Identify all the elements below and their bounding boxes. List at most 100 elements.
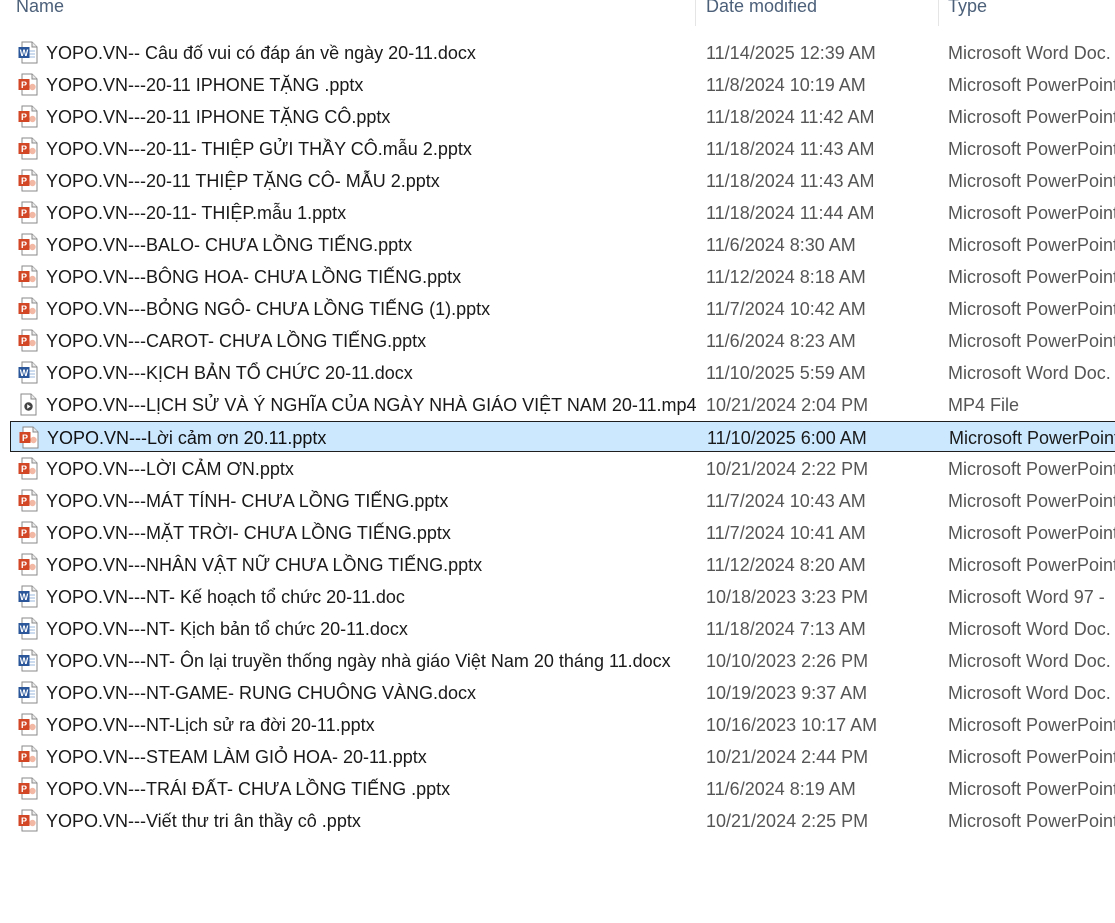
file-row[interactable]: P YOPO.VN---20-11 IPHONE TẶNG CÔ.pptx 11/1… bbox=[10, 101, 1115, 132]
svg-text:P: P bbox=[21, 464, 27, 474]
file-type: Microsoft PowerPoint bbox=[948, 811, 1115, 831]
file-type: Microsoft PowerPoint bbox=[949, 428, 1115, 448]
svg-text:P: P bbox=[21, 240, 27, 250]
svg-text:W: W bbox=[20, 688, 29, 698]
file-name: YOPO.VN---BỎNG NGÔ- CHƯA LỒNG TIẾNG (1).… bbox=[46, 299, 491, 319]
powerpoint-icon: P bbox=[18, 329, 38, 352]
file-name: YOPO.VN---20-11 IPHONE TẶNG .pptx bbox=[46, 75, 364, 95]
svg-text:P: P bbox=[21, 112, 27, 122]
file-row[interactable]: P YOPO.VN---Viết thư tri ân thầy cô .pptx… bbox=[10, 805, 1115, 836]
file-row[interactable]: P YOPO.VN---MÁT TÍNH- CHƯA LỒNG TIẾNG.ppt… bbox=[10, 485, 1115, 516]
file-name: YOPO.VN---20-11 IPHONE TẶNG CÔ.pptx bbox=[46, 107, 391, 127]
file-date-modified: 11/6/2024 8:30 AM bbox=[706, 235, 856, 255]
svg-text:P: P bbox=[21, 304, 27, 314]
file-row[interactable]: P YOPO.VN---NHÂN VẬT NỮ CHƯA LỒNG TIẾNG.p… bbox=[10, 549, 1115, 580]
file-row[interactable]: P YOPO.VN---LỜI CẢM ƠN.pptx 10/21/2024 2:2… bbox=[10, 453, 1115, 484]
powerpoint-icon: P bbox=[18, 233, 38, 256]
file-type: Microsoft Word Doc. bbox=[948, 619, 1111, 639]
file-name: YOPO.VN---NT- Kịch bản tổ chức 20-11.doc… bbox=[46, 619, 408, 639]
file-date-modified: 10/19/2023 9:37 AM bbox=[706, 683, 868, 703]
column-header-type[interactable]: Type bbox=[948, 0, 987, 17]
column-header-date-modified[interactable]: Date modified bbox=[706, 0, 817, 17]
svg-text:P: P bbox=[21, 272, 27, 282]
file-name: YOPO.VN---KỊCH BẢN TỔ CHỨC 20-11.docx bbox=[46, 363, 413, 383]
file-row[interactable]: W YOPO.VN---NT- Ôn lại truyền thống ngày … bbox=[10, 645, 1115, 676]
powerpoint-icon: P bbox=[18, 553, 38, 576]
svg-text:P: P bbox=[21, 176, 27, 186]
file-name: YOPO.VN---LỊCH SỬ VÀ Ý NGHĨA CỦA NGÀY NH… bbox=[46, 395, 697, 415]
file-type: Microsoft PowerPoint bbox=[948, 747, 1115, 767]
file-row[interactable]: P YOPO.VN---20-11 IPHONE TẶNG .pptx 11/8/2… bbox=[10, 69, 1115, 100]
file-name: YOPO.VN---BALO- CHƯA LỒNG TIẾNG.pptx bbox=[46, 235, 413, 255]
file-type: Microsoft Word Doc. bbox=[948, 683, 1111, 703]
powerpoint-icon: P bbox=[18, 265, 38, 288]
file-row[interactable]: P YOPO.VN---20-11- THIỆP GỬI THẦY CÔ.mẫu … bbox=[10, 133, 1115, 164]
powerpoint-icon: P bbox=[18, 489, 38, 512]
file-row[interactable]: W YOPO.VN---NT- Kế hoạch tổ chức 20-11.do… bbox=[10, 581, 1115, 612]
file-row[interactable]: W YOPO.VN-- Câu đố vui có đáp án về ngày … bbox=[10, 37, 1115, 68]
file-date-modified: 10/16/2023 10:17 AM bbox=[706, 715, 878, 735]
file-name: YOPO.VN---BÔNG HOA- CHƯA LỒNG TIẾNG.pptx bbox=[46, 267, 462, 287]
column-header-bar: Name Date modified Type bbox=[0, 0, 1115, 28]
file-date-modified: 11/18/2024 11:43 AM bbox=[706, 139, 875, 159]
powerpoint-icon: P bbox=[18, 105, 38, 128]
file-row[interactable]: P YOPO.VN---BÔNG HOA- CHƯA LỒNG TIẾNG.ppt… bbox=[10, 261, 1115, 292]
file-date-modified: 11/10/2025 6:00 AM bbox=[707, 428, 867, 448]
svg-text:W: W bbox=[20, 656, 29, 666]
file-name: YOPO.VN---TRÁI ĐẤT- CHƯA LỒNG TIẾNG .ppt… bbox=[46, 779, 451, 799]
file-type: Microsoft Word 97 - bbox=[948, 587, 1105, 607]
file-type: Microsoft PowerPoint bbox=[948, 139, 1115, 159]
file-date-modified: 10/21/2024 2:44 PM bbox=[706, 747, 869, 767]
powerpoint-icon: P bbox=[18, 777, 38, 800]
svg-text:W: W bbox=[20, 592, 29, 602]
file-type: Microsoft PowerPoint bbox=[948, 779, 1115, 799]
svg-text:P: P bbox=[21, 816, 27, 826]
powerpoint-icon: P bbox=[18, 809, 38, 832]
file-date-modified: 11/6/2024 8:19 AM bbox=[706, 779, 856, 799]
file-row-selected[interactable]: P YOPO.VN---Lời cảm ơn 20.11.pptx 11/10/20… bbox=[10, 421, 1115, 452]
file-row[interactable]: P YOPO.VN---20-11 THIỆP TẶNG CÔ- MẪU 2.pp… bbox=[10, 165, 1115, 196]
column-header-name[interactable]: Name bbox=[16, 0, 64, 17]
column-divider[interactable] bbox=[938, 0, 939, 26]
file-name: YOPO.VN---CAROT- CHƯA LỒNG TIẾNG.pptx bbox=[46, 331, 427, 351]
file-row[interactable]: P YOPO.VN---MẶT TRỜI- CHƯA LỒNG TIẾNG.ppt… bbox=[10, 517, 1115, 548]
word-doc-icon: W bbox=[18, 617, 38, 640]
file-type: Microsoft PowerPoint bbox=[948, 107, 1115, 127]
powerpoint-icon: P bbox=[18, 297, 38, 320]
powerpoint-icon: P bbox=[18, 521, 38, 544]
file-date-modified: 11/18/2024 11:42 AM bbox=[706, 107, 875, 127]
powerpoint-icon: P bbox=[18, 713, 38, 736]
file-date-modified: 11/10/2025 5:59 AM bbox=[706, 363, 866, 383]
file-row[interactable]: P YOPO.VN---TRÁI ĐẤT- CHƯA LỒNG TIẾNG .pp… bbox=[10, 773, 1115, 804]
file-row[interactable]: YOPO.VN---LỊCH SỬ VÀ Ý NGHĨA CỦA NGÀY NH… bbox=[10, 389, 1115, 420]
svg-text:P: P bbox=[21, 528, 27, 538]
file-type: Microsoft PowerPoint bbox=[948, 459, 1115, 479]
file-type: Microsoft PowerPoint bbox=[948, 75, 1115, 95]
file-explorer-details-view: Name Date modified Type W YOPO.VN-- Câu đ… bbox=[0, 0, 1115, 923]
svg-text:P: P bbox=[21, 496, 27, 506]
powerpoint-icon: P bbox=[18, 457, 38, 480]
file-row[interactable]: W YOPO.VN---NT-GAME- RUNG CHUÔNG VÀNG.doc… bbox=[10, 677, 1115, 708]
svg-text:W: W bbox=[20, 624, 29, 634]
svg-text:P: P bbox=[21, 80, 27, 90]
file-type: Microsoft Word Doc. bbox=[948, 363, 1111, 383]
file-row[interactable]: W YOPO.VN---NT- Kịch bản tổ chức 20-11.do… bbox=[10, 613, 1115, 644]
file-type: Microsoft Word Doc. bbox=[948, 43, 1111, 63]
file-row[interactable]: W YOPO.VN---KỊCH BẢN TỔ CHỨC 20-11.docx 11… bbox=[10, 357, 1115, 388]
file-name: YOPO.VN---20-11 THIỆP TẶNG CÔ- MẪU 2.ppt… bbox=[46, 171, 440, 191]
file-name: YOPO.VN---NT- Ôn lại truyền thống ngày n… bbox=[46, 651, 671, 671]
file-row[interactable]: P YOPO.VN---NT-Lịch sử ra đời 20-11.pptx 1… bbox=[10, 709, 1115, 740]
file-row[interactable]: P YOPO.VN---CAROT- CHƯA LỒNG TIẾNG.pptx 11… bbox=[10, 325, 1115, 356]
file-date-modified: 11/18/2024 11:43 AM bbox=[706, 171, 875, 191]
file-name: YOPO.VN---20-11- THIỆP GỬI THẦY CÔ.mẫu 2… bbox=[46, 139, 472, 159]
file-row[interactable]: P YOPO.VN---20-11- THIỆP.mẫu 1.pptx 11/18/… bbox=[10, 197, 1115, 228]
file-date-modified: 11/18/2024 11:44 AM bbox=[706, 203, 875, 223]
powerpoint-icon: P bbox=[18, 137, 38, 160]
svg-text:P: P bbox=[21, 144, 27, 154]
word-doc-icon: W bbox=[18, 649, 38, 672]
file-type: Microsoft PowerPoint bbox=[948, 203, 1115, 223]
file-row[interactable]: P YOPO.VN---BALO- CHƯA LỒNG TIẾNG.pptx 11/… bbox=[10, 229, 1115, 260]
file-row[interactable]: P YOPO.VN---STEAM LÀM GIỎ HOA- 20-11.pptx… bbox=[10, 741, 1115, 772]
file-row[interactable]: P YOPO.VN---BỎNG NGÔ- CHƯA LỒNG TIẾNG (1)… bbox=[10, 293, 1115, 324]
column-divider[interactable] bbox=[695, 0, 696, 26]
